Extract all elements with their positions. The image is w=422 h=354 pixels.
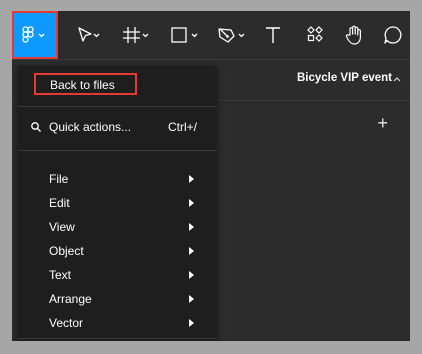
submenu-arrow-icon — [189, 247, 194, 255]
menu-item-text[interactable]: Text — [18, 263, 217, 287]
move-tool-icon — [78, 27, 100, 42]
quick-actions-shortcut: Ctrl+/ — [168, 120, 198, 134]
hand-tool-button[interactable] — [340, 11, 368, 59]
chevron-up-icon[interactable] — [392, 75, 402, 83]
main-menu-button[interactable] — [12, 11, 58, 59]
quick-actions-item[interactable]: Quick actions... Ctrl+/ — [18, 114, 217, 140]
menu-divider — [18, 150, 217, 151]
menu-item-vector[interactable]: Vector — [18, 311, 217, 335]
submenu-arrow-icon — [189, 223, 194, 231]
menu-item-label: View — [49, 220, 75, 234]
submenu-arrow-icon — [189, 175, 194, 183]
toolbar — [12, 11, 410, 59]
main-menu-dropdown: Back to files Quick actions... Ctrl+/ Fi… — [18, 66, 217, 341]
chevron-down-icon — [191, 33, 198, 38]
submenu-arrow-icon — [189, 295, 194, 303]
menu-item-label: Vector — [49, 316, 84, 330]
menu-item-edit[interactable]: Edit — [18, 191, 217, 215]
back-to-files-button[interactable]: Back to files — [34, 73, 137, 95]
components-button[interactable] — [302, 11, 328, 59]
quick-actions-label: Quick actions... — [49, 120, 132, 134]
menu-divider — [18, 106, 217, 107]
figma-logo-icon — [22, 26, 45, 43]
comment-tool-icon — [384, 26, 402, 44]
pen-tool-button[interactable] — [214, 11, 250, 59]
menu-item-label: Edit — [49, 196, 70, 210]
submenu-arrow-icon — [189, 199, 194, 207]
menu-item-label: Object — [49, 244, 84, 258]
search-icon — [31, 122, 41, 132]
menu-item-arrange[interactable]: Arrange — [18, 287, 217, 311]
shape-tool-icon — [171, 27, 198, 43]
submenu-arrow-icon — [189, 271, 194, 279]
move-tool-button[interactable] — [70, 11, 106, 59]
frame-tool-button[interactable] — [118, 11, 154, 59]
shape-tool-button[interactable] — [167, 11, 203, 59]
menu-item-file[interactable]: File — [18, 167, 217, 191]
back-to-files-label: Back to files — [50, 78, 115, 92]
menu-item-view[interactable]: View — [18, 215, 217, 239]
add-page-icon[interactable]: + — [377, 113, 388, 134]
frame-tool-icon — [123, 27, 149, 43]
menu-item-object[interactable]: Object — [18, 239, 217, 263]
text-tool-button[interactable] — [260, 11, 286, 59]
file-name[interactable]: Bicycle VIP event — [297, 72, 392, 84]
chevron-down-icon — [238, 33, 245, 38]
menu-item-label: Arrange — [49, 292, 92, 306]
comment-tool-button[interactable] — [380, 11, 406, 59]
chevron-down-icon — [38, 33, 45, 38]
editor-window: Bicycle VIP event + Back to files Quick … — [12, 11, 410, 341]
chevron-down-icon — [142, 33, 149, 38]
menu-divider — [18, 338, 217, 339]
pen-tool-icon — [218, 28, 245, 43]
menu-item-label: Text — [49, 268, 72, 282]
chevron-down-icon — [93, 33, 100, 38]
menu-item-label: File — [49, 172, 69, 186]
submenu-arrow-icon — [189, 319, 194, 327]
components-icon — [307, 26, 323, 42]
hand-tool-icon — [345, 25, 361, 45]
text-tool-icon — [266, 27, 280, 43]
